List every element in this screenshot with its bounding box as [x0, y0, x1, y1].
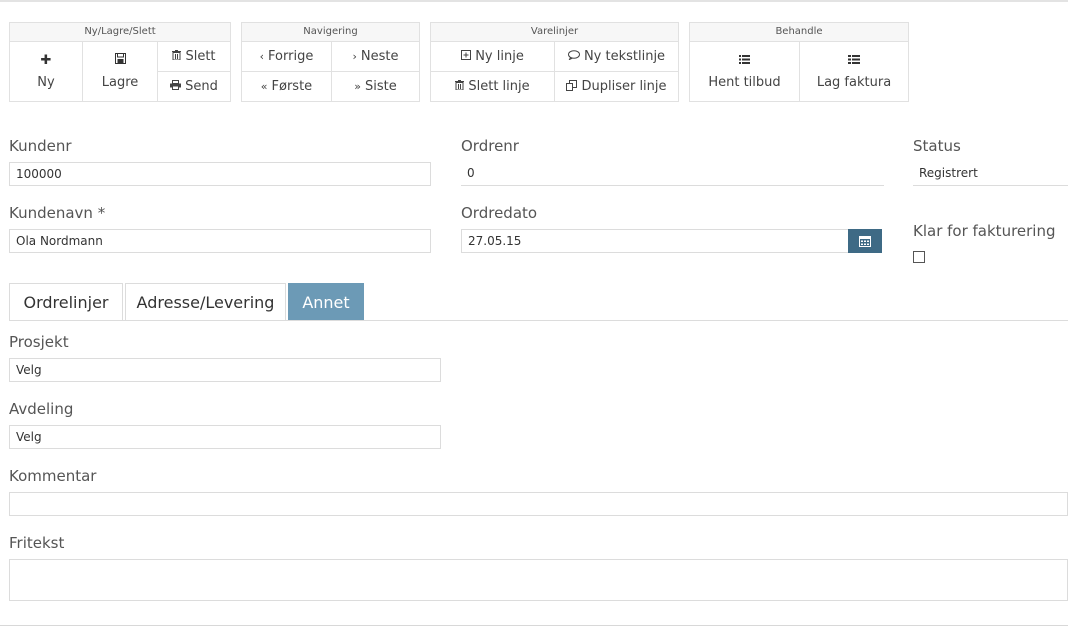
order-number-label: Ordrenr — [461, 137, 519, 155]
floppy-disk-icon — [114, 53, 126, 68]
customer-number-input[interactable]: 100000 — [9, 162, 431, 186]
comment-label: Kommentar — [9, 467, 97, 485]
calendar-button[interactable] — [848, 229, 882, 253]
duplicate-line-button[interactable]: Dupliser linje — [554, 71, 679, 102]
previous-button-label: Forrige — [268, 49, 314, 64]
delete-button-label: Slett — [185, 49, 216, 64]
customer-name-input[interactable]: Ola Nordmann — [9, 229, 431, 253]
create-invoice-button-label: Lag faktura — [816, 75, 892, 90]
send-button[interactable]: Send — [157, 71, 231, 102]
tab-annet[interactable]: Annet — [288, 283, 364, 320]
new-text-line-button-label: Ny tekstlinje — [583, 49, 666, 64]
fetch-quote-button-label: Hent tilbud — [708, 75, 781, 90]
new-button[interactable]: ✚ Ny — [9, 41, 83, 102]
trash-icon — [172, 50, 182, 63]
next-button-label: Neste — [360, 49, 399, 64]
department-select[interactable]: Velg — [9, 425, 441, 449]
create-invoice-button[interactable]: Lag faktura — [799, 41, 909, 102]
save-button[interactable]: Lagre — [82, 41, 158, 102]
toolbar-group-title: Ny/Lagre/Slett — [10, 23, 230, 42]
top-divider — [0, 0, 1068, 2]
status-field: Registrert — [913, 162, 1068, 186]
new-button-label: Ny — [37, 75, 55, 90]
plus-icon: ✚ — [40, 53, 52, 68]
ready-for-invoicing-checkbox[interactable] — [913, 251, 925, 263]
customer-number-label: Kundenr — [9, 137, 72, 155]
delete-button[interactable]: Slett — [157, 41, 231, 72]
previous-button[interactable]: ‹ Forrige — [241, 41, 332, 72]
delete-line-button-label: Slett linje — [468, 79, 530, 94]
last-button-label: Siste — [365, 79, 397, 94]
next-button[interactable]: › Neste — [331, 41, 420, 72]
double-chevron-left-icon: « — [260, 80, 268, 93]
toolbar-group-ny-lagre-slett: Ny/Lagre/Slett ✚ Ny Lagre Slett Send — [9, 22, 231, 102]
first-button[interactable]: « Første — [241, 71, 332, 102]
tab-divider — [9, 320, 1068, 321]
order-date-label: Ordredato — [461, 204, 538, 222]
double-chevron-right-icon: » — [354, 80, 361, 93]
tab-adresse-levering[interactable]: Adresse/Levering — [125, 283, 286, 320]
fetch-quote-button[interactable]: Hent tilbud — [689, 41, 800, 102]
department-label: Avdeling — [9, 400, 74, 418]
order-number-field: 0 — [461, 162, 884, 186]
toolbar-group-navigering: Navigering ‹ Forrige › Neste « Første » … — [241, 22, 420, 102]
free-text-label: Fritekst — [9, 534, 65, 552]
list-icon — [848, 53, 860, 68]
trash-icon — [455, 80, 465, 93]
order-date-input[interactable]: 27.05.15 — [461, 229, 849, 253]
ready-for-invoicing-label: Klar for fakturering — [913, 222, 1056, 240]
toolbar-group-varelinjer: Varelinjer Ny linje Ny tekstlinje Slett … — [430, 22, 679, 102]
toolbar-group-title: Varelinjer — [431, 23, 678, 42]
comment-input[interactable] — [9, 492, 1068, 516]
new-text-line-button[interactable]: Ny tekstlinje — [554, 41, 679, 72]
comment-icon — [567, 50, 580, 63]
toolbar-group-behandle: Behandle Hent tilbud Lag faktura — [689, 22, 909, 102]
toolbar-group-title: Behandle — [690, 23, 908, 42]
list-icon — [739, 53, 750, 68]
status-label: Status — [913, 137, 961, 155]
toolbar-group-title: Navigering — [242, 23, 419, 42]
project-select[interactable]: Velg — [9, 358, 441, 382]
project-label: Prosjekt — [9, 333, 69, 351]
free-text-textarea[interactable] — [9, 559, 1068, 601]
calendar-icon — [859, 232, 871, 251]
chevron-left-icon: ‹ — [259, 50, 265, 63]
new-line-button-label: Ny linje — [475, 49, 524, 64]
new-line-button[interactable]: Ny linje — [430, 41, 555, 72]
printer-icon — [170, 80, 182, 93]
bottom-divider — [0, 625, 1068, 626]
duplicate-line-button-label: Dupliser linje — [581, 79, 667, 94]
chevron-right-icon: › — [352, 50, 357, 63]
last-button[interactable]: » Siste — [331, 71, 420, 102]
delete-line-button[interactable]: Slett linje — [430, 71, 555, 102]
save-button-label: Lagre — [101, 75, 139, 90]
send-button-label: Send — [185, 79, 218, 94]
copy-icon — [566, 79, 578, 94]
tab-ordrelinjer[interactable]: Ordrelinjer — [9, 283, 123, 320]
customer-name-label: Kundenavn * — [9, 204, 106, 222]
plus-square-icon — [461, 50, 472, 63]
first-button-label: Første — [271, 79, 313, 94]
